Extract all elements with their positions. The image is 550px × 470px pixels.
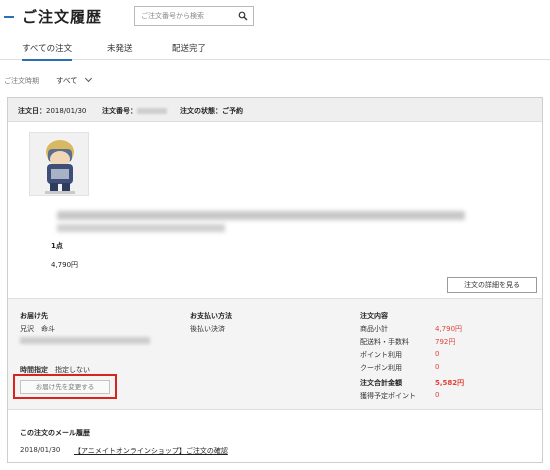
payment-title: お支払い方法 xyxy=(190,312,232,320)
summary-value: 0 xyxy=(435,350,440,358)
summary-label: 注文合計金額 xyxy=(360,379,402,387)
order-status: 注文の状態：ご予約 xyxy=(180,106,243,116)
order-info-section: お届け先 兄沢 命斗 時間指定 指定しない お届け先を変更する お支払い方法 後… xyxy=(8,298,542,410)
summary-label: 獲得予定ポイント xyxy=(360,392,416,400)
order-detail-button[interactable]: 注文の詳細を見る xyxy=(447,277,537,293)
delivery-title: お届け先 xyxy=(20,312,48,320)
title-accent-bar xyxy=(4,16,14,18)
product-quantity: 1点 xyxy=(51,242,63,250)
order-date-label: 注文日： xyxy=(18,107,46,115)
summary-label: 商品小計 xyxy=(360,325,388,333)
product-name-redacted xyxy=(57,211,465,220)
order-status-value: ご予約 xyxy=(222,107,243,115)
delivery-time-label: 時間指定 xyxy=(20,366,48,374)
order-status-label: 注文の状態： xyxy=(180,107,222,115)
order-search-input[interactable] xyxy=(141,10,233,22)
summary-value: 0 xyxy=(435,391,440,399)
page-title: ご注文履歴 xyxy=(22,8,103,26)
summary-label: ポイント利用 xyxy=(360,351,402,359)
order-number-redacted xyxy=(137,108,167,114)
summary-value: 0 xyxy=(435,363,440,371)
summary-title: 注文内容 xyxy=(360,312,388,320)
order-period-select[interactable]: すべて xyxy=(56,74,92,86)
delivery-name: 兄沢 命斗 xyxy=(20,325,55,333)
order-number-label: 注文番号： xyxy=(102,107,137,115)
highlight-annotation xyxy=(13,374,117,399)
tab-all-orders[interactable]: すべての注文 xyxy=(22,42,73,61)
summary-value: 4,790円 xyxy=(435,325,463,333)
tab-delivered[interactable]: 配送完了 xyxy=(172,42,206,54)
order-search-box[interactable] xyxy=(134,6,254,26)
mail-history-link[interactable]: 【アニメイトオンラインショップ】ご注文の確認 xyxy=(74,446,228,456)
product-name-redacted-line2 xyxy=(57,224,225,232)
order-card: 注文日：2018/01/30 注文番号： 注文の状態：ご予約 1点 4,790円… xyxy=(7,97,543,463)
tab-not-shipped[interactable]: 未発送 xyxy=(107,42,133,54)
order-number: 注文番号： xyxy=(102,106,167,116)
delivery-address-redacted xyxy=(20,337,150,344)
order-tabs: すべての注文 未発送 配送完了 xyxy=(0,38,550,61)
mail-history-title: この注文のメール履歴 xyxy=(20,429,90,437)
order-date-value: 2018/01/30 xyxy=(46,107,87,115)
search-icon[interactable] xyxy=(238,11,248,21)
summary-value: 792円 xyxy=(435,338,456,346)
chevron-down-icon xyxy=(84,74,92,83)
order-date: 注文日：2018/01/30 xyxy=(18,106,86,116)
mail-history-date: 2018/01/30 xyxy=(20,446,61,454)
figure-thumbnail-icon xyxy=(30,133,88,195)
summary-value: 5,582円 xyxy=(435,379,465,387)
payment-method: 後払い決済 xyxy=(190,325,225,333)
order-period-label: ご注文時期 xyxy=(4,77,39,85)
order-period-value: すべて xyxy=(56,76,78,85)
summary-label: クーポン利用 xyxy=(360,364,402,372)
product-price: 4,790円 xyxy=(51,261,79,269)
order-header: 注文日：2018/01/30 注文番号： 注文の状態：ご予約 xyxy=(8,98,542,122)
summary-label: 配送料・手数料 xyxy=(360,338,409,346)
product-image[interactable] xyxy=(29,132,89,196)
delivery-time-value: 指定しない xyxy=(55,366,90,374)
